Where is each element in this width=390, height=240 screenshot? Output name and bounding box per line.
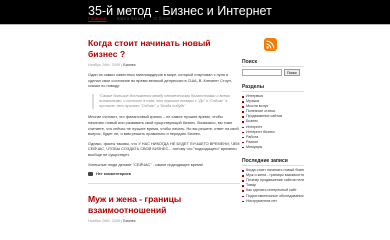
comments-link[interactable]: Нет комментариев	[88, 171, 240, 177]
post-paragraph: Однако, факты таковы, что У НАС НИКОГДА …	[88, 140, 240, 157]
search-form: Поиск	[242, 69, 304, 76]
comments-label: Нет комментариев	[96, 172, 131, 177]
post-divider	[88, 183, 240, 185]
header-rule	[0, 24, 390, 25]
nav-item-sitemap[interactable]: Карта блога	[117, 15, 144, 25]
search-button[interactable]: Поиск	[284, 69, 300, 76]
post-paragraph: Успешные люди делают "СЕЙЧАС" - самое по…	[88, 161, 203, 167]
post-category[interactable]: Бизнес	[123, 63, 135, 67]
sections-list: Интервью Музыка Мысли вслух Полезные ста…	[242, 94, 304, 150]
post-paragraph: Многие считают, что финансовый кризис – …	[88, 114, 239, 137]
post-category[interactable]: Бизнес	[123, 219, 135, 223]
nav-item-home[interactable]: Главная	[88, 15, 106, 25]
post-date: Ноябрь 26th, 2009 |	[88, 63, 123, 67]
search-input[interactable]	[242, 69, 282, 76]
recent-posts-widget-title: Последние записи	[242, 158, 304, 167]
sidebar: Поиск Поиск Разделы Интервью Музыка Мысл…	[242, 28, 304, 204]
sections-widget-title: Разделы	[242, 84, 304, 92]
nav-item-about[interactable]: О блоге	[154, 15, 171, 25]
comment-bubble-icon	[88, 172, 93, 177]
post-quote: "Самые большие достижения между человече…	[92, 93, 240, 110]
post-meta: Ноябрь 26th, 2009 | Бизнес	[88, 219, 240, 224]
post-paragraph: Один из самых известных миллиардеров в м…	[88, 72, 232, 89]
main-content: Когда стоит начинать новый бизнес ? Нояб…	[88, 28, 240, 224]
rss-feed-icon[interactable]	[264, 38, 277, 51]
post: Когда стоит начинать новый бизнес ? Нояб…	[88, 38, 240, 185]
post-meta: Ноябрь 26th, 2009 | Бизнес	[88, 63, 240, 68]
site-header: 35-й метод - Бизнес и Интернет	[0, 0, 390, 24]
recent-posts-list: Когда стоит начинать новый бизнес ? Муж …	[242, 168, 304, 204]
post-date: Ноябрь 26th, 2009 |	[88, 219, 123, 224]
rss-glyph	[266, 40, 275, 49]
recent-post-item[interactable]: Инструментов нет	[242, 199, 304, 204]
section-item[interactable]: Мемуары	[242, 145, 304, 150]
post-title[interactable]: Когда стоит начинать новый бизнес ?	[88, 38, 240, 60]
post: Муж и жена - границы взаимоотношений Ноя…	[88, 194, 240, 224]
top-nav: Главная Карта блога О блоге	[88, 15, 180, 25]
post-title[interactable]: Муж и жена - границы взаимоотношений	[88, 194, 240, 216]
search-widget-title: Поиск	[242, 59, 304, 67]
